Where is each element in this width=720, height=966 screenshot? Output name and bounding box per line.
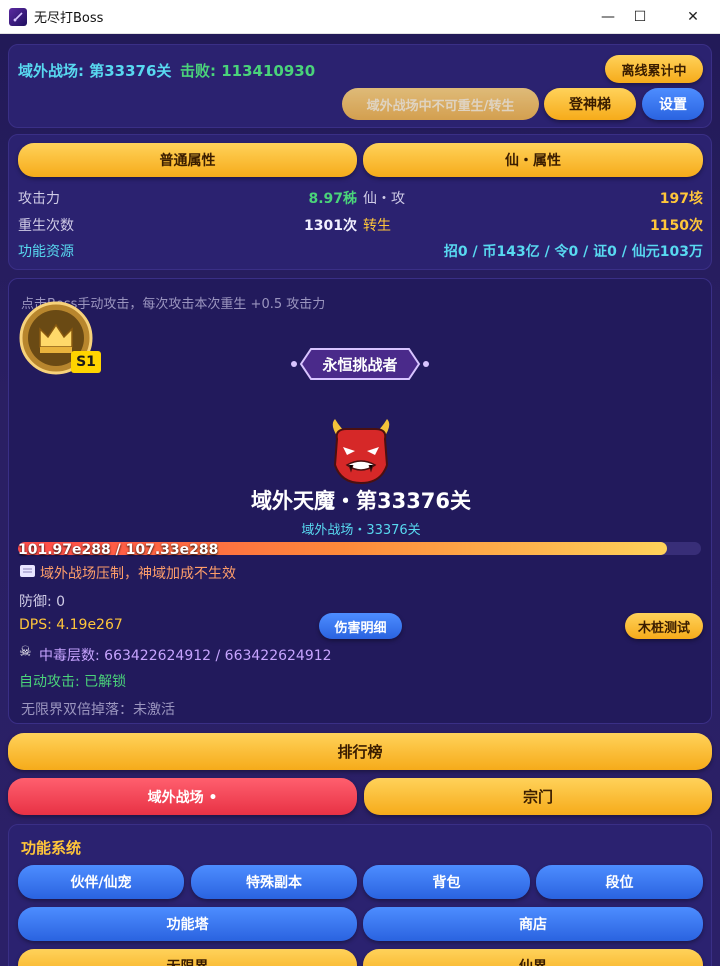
attack-label: 攻击力 [18,191,60,207]
rank-badge: S1 [71,351,101,373]
rebirth-value: 1301次 [304,218,357,234]
attack-value: 8.97秭 [308,191,357,207]
minimize-icon: — [601,9,615,25]
function-system-title: 功能系统 [21,839,82,857]
partner-pet-button[interactable]: 伙伴/仙宠 [18,865,184,899]
poison-stacks: 中毒层数: 663422624912 / 663422624912 [39,648,332,664]
double-drop-status: 无限界双倍掉落：未激活 [21,702,175,718]
stage-label: 域外战场: 第33376关 [18,62,172,80]
challenger-title: 永恒挑战者 [322,356,398,374]
scroll-icon [19,563,37,579]
challenger-banner: 永恒挑战者 [289,343,431,385]
app-content: 域外战场: 第33376关 击败: 113410930 离线累计中 域外战场中不… [0,34,720,966]
immortal-attack-value: 197垓 [659,191,703,207]
infinite-realm-button[interactable]: 无限界 [18,949,357,966]
boss[interactable] [325,417,397,487]
dummy-test-button[interactable]: 木桩测试 [625,613,703,639]
function-tower-button[interactable]: 功能塔 [18,907,357,941]
battle-panel: 点击Boss手动攻击，每次攻击本次重生 +0.5 攻击力 S1 永恒挑战者 域外… [8,278,712,724]
backpack-button[interactable]: 背包 [363,865,530,899]
resources-value: 招0 / 币143亿 / 令0 / 证0 / 仙元103万 [443,244,703,260]
transmigrate-value: 1150次 [650,218,703,234]
rebirth-label: 重生次数 [18,218,74,234]
damage-detail-button[interactable]: 伤害明细 [319,613,402,639]
suppression-notice: 域外战场压制，神域加成不生效 [40,566,236,582]
oni-mask-icon [332,419,390,485]
attributes-panel: 普通属性 仙・属性 攻击力 8.97秭 仙・攻 197垓 重生次数 1301次 … [8,134,712,270]
offline-accumulate-button[interactable]: 离线累计中 [605,55,703,83]
rank-tier-button[interactable]: 段位 [536,865,703,899]
close-icon: ✕ [687,9,699,25]
rebirth-disabled-button[interactable]: 域外战场中不可重生/转生 [342,88,539,120]
tab-immortal-attributes[interactable]: 仙・属性 [363,143,703,177]
window-titlebar: 无尽打Boss — ☐ ✕ [0,0,720,34]
boss-name: 域外天魔・第33376关 [250,489,472,513]
dps-text: DPS: 4.19e267 [19,617,123,633]
immortal-attack-label: 仙・攻 [363,191,405,207]
sword-icon [9,7,27,26]
skull-crossbones-icon: ☠ [19,644,32,660]
leaderboard-button[interactable]: 排行榜 [8,733,712,770]
boss-subtitle: 域外战场・33376关 [301,523,421,538]
ladder-button[interactable]: 登神梯 [544,88,636,120]
settings-button[interactable]: 设置 [642,88,704,120]
header-panel: 域外战场: 第33376关 击败: 113410930 离线累计中 域外战场中不… [8,44,712,128]
auto-attack-status: 自动攻击: 已解锁 [19,674,127,690]
boss-hp-text: 101.97e288 / 107.33e288 [18,542,219,558]
defense-text: 防御: 0 [19,594,66,610]
window-title: 无尽打Boss [34,11,104,26]
defeat-count: 击败: 113410930 [180,62,316,80]
immortal-realm-button[interactable]: 仙界 [363,949,703,966]
tab-normal-attributes[interactable]: 普通属性 [18,143,357,177]
shop-button[interactable]: 商店 [363,907,703,941]
special-dungeon-button[interactable]: 特殊副本 [191,865,357,899]
close-button[interactable]: ✕ [669,0,717,34]
maximize-button[interactable]: ☐ [616,0,664,34]
crown-medallion[interactable]: S1 [17,299,107,381]
resources-label: 功能资源 [18,244,74,260]
sect-tab[interactable]: 宗门 [364,778,712,815]
transmigrate-label: 转生 [363,218,391,234]
battlefield-tab[interactable]: 域外战场 • [8,778,357,815]
function-system-panel: 功能系统 伙伴/仙宠 特殊副本 背包 段位 功能塔 商店 无限界 仙界 [8,824,712,966]
maximize-icon: ☐ [633,9,647,25]
